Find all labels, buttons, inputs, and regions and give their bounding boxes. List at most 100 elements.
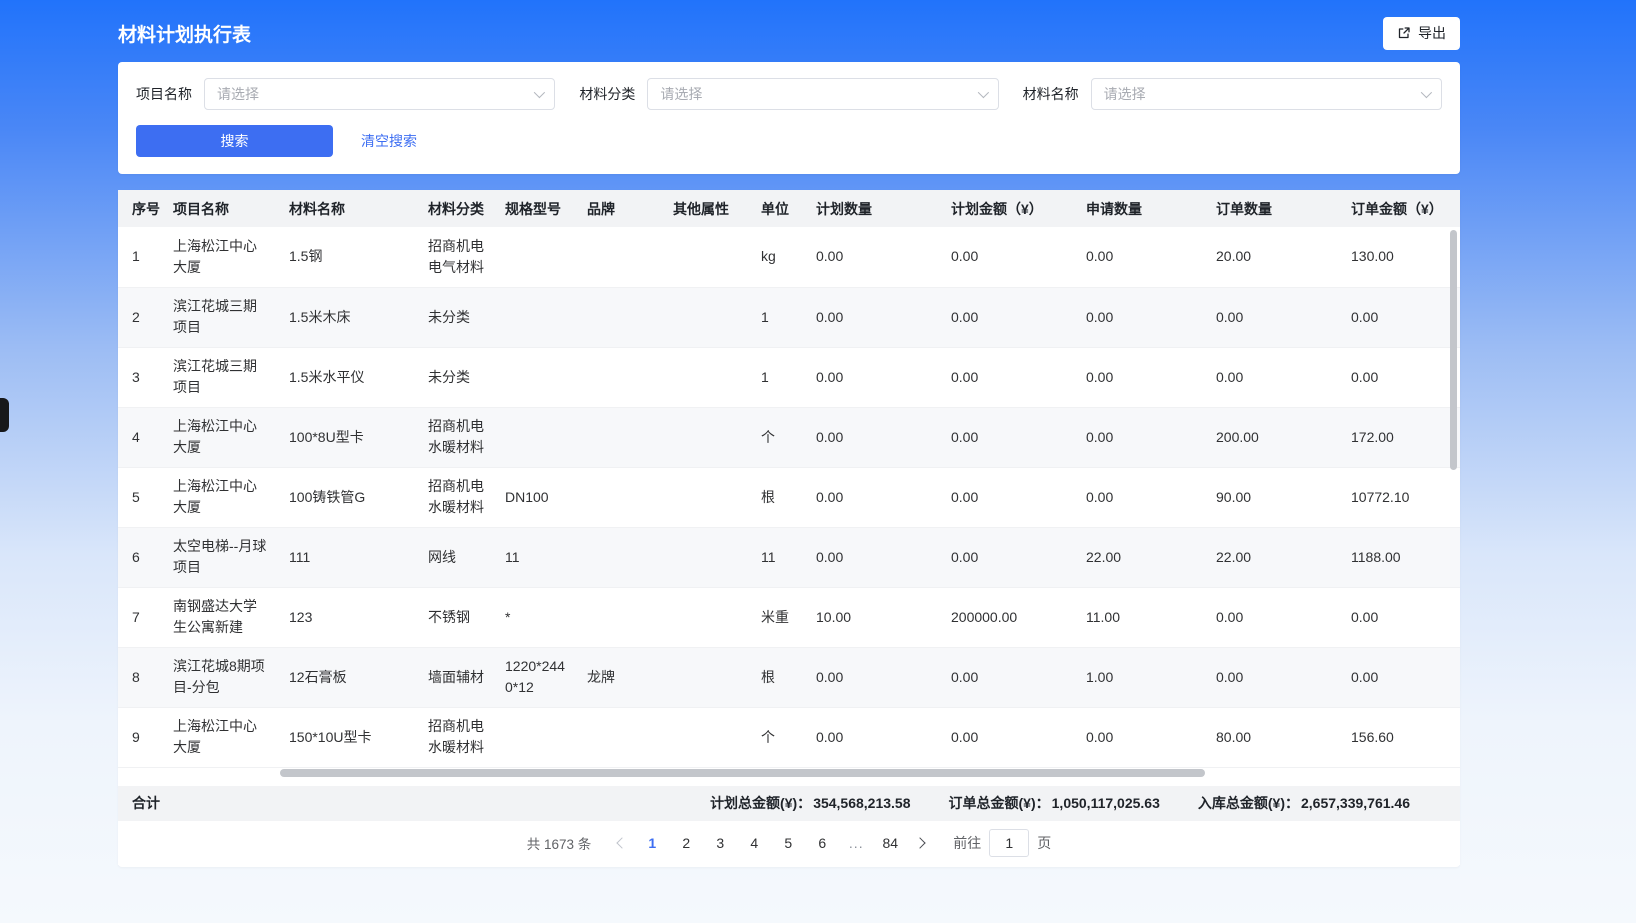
table-cell: 0.00 — [941, 647, 1076, 707]
column-header: 单位 — [751, 190, 806, 227]
filter-panel: 项目名称 请选择 材料分类 请选择 材料名称 请选择 — [118, 62, 1460, 174]
table-cell: 9 — [118, 707, 163, 767]
table-cell: 1.00 — [1076, 647, 1206, 707]
table-cell: 0.00 — [1341, 347, 1460, 407]
table-cell: 156.60 — [1341, 707, 1460, 767]
clear-search-link[interactable]: 清空搜索 — [361, 131, 417, 151]
pager-goto: 前往 页 — [953, 829, 1051, 857]
material-name-select[interactable]: 请选择 — [1091, 78, 1442, 110]
table-cell: 7 — [118, 587, 163, 647]
table-row[interactable]: 2滨江花城三期项目1.5米木床未分类10.000.000.000.000.00 — [118, 287, 1460, 347]
table-row[interactable]: 8滨江花城8期项目-分包12石膏板墙面辅材1220*2440*12龙牌根0.00… — [118, 647, 1460, 707]
inbound-total-amount: 入库总金额(¥)：2,657,339,761.46 — [1198, 793, 1410, 813]
pager-page-5[interactable]: 5 — [775, 829, 801, 857]
table-cell: 太空电梯--月球项目 — [163, 527, 279, 587]
column-header: 申请数量 — [1076, 190, 1206, 227]
table-cell: 4 — [118, 407, 163, 467]
table-cell: 根 — [751, 467, 806, 527]
table-cell: 0.00 — [941, 347, 1076, 407]
materials-table: 序号项目名称材料名称材料分类规格型号品牌其他属性单位计划数量计划金额（¥）申请数… — [118, 190, 1460, 768]
pager-page-84[interactable]: 84 — [877, 829, 903, 857]
pager-page-6[interactable]: 6 — [809, 829, 835, 857]
table-cell: 90.00 — [1206, 467, 1341, 527]
table-row[interactable]: 1上海松江中心大厦1.5钢招商机电电气材料kg0.000.000.0020.00… — [118, 227, 1460, 287]
table-cell: 3 — [118, 347, 163, 407]
column-header: 订单金额（¥） — [1341, 190, 1460, 227]
table-cell: 0.00 — [941, 467, 1076, 527]
table-cell: 130.00 — [1341, 227, 1460, 287]
material-category-select[interactable]: 请选择 — [647, 78, 998, 110]
table-cell: 0.00 — [941, 707, 1076, 767]
column-header: 序号 — [118, 190, 163, 227]
summary-bar: 合计 计划总金额(¥)：354,568,213.58 订单总金额(¥)：1,05… — [118, 786, 1460, 821]
export-button[interactable]: 导出 — [1383, 17, 1460, 50]
table-cell: DN100 — [495, 467, 577, 527]
pager-page-2[interactable]: 2 — [673, 829, 699, 857]
drawer-handle[interactable] — [0, 398, 9, 432]
table-cell — [495, 407, 577, 467]
table-cell — [577, 347, 663, 407]
table-cell — [663, 407, 751, 467]
search-button[interactable]: 搜索 — [136, 125, 333, 157]
page-title: 材料计划执行表 — [118, 20, 251, 47]
vertical-scrollbar[interactable] — [1450, 230, 1457, 470]
pager-prev-button[interactable] — [609, 829, 635, 857]
table-cell: * — [495, 587, 577, 647]
table-cell: 200000.00 — [941, 587, 1076, 647]
inbound-total-amount-value: 2,657,339,761.46 — [1301, 795, 1410, 811]
filter-field-project-name: 项目名称 请选择 — [136, 78, 555, 110]
project-name-select[interactable]: 请选择 — [204, 78, 555, 110]
table-cell: 0.00 — [1341, 587, 1460, 647]
table-cell — [495, 707, 577, 767]
table-cell: 11.00 — [1076, 587, 1206, 647]
column-header: 计划金额（¥） — [941, 190, 1076, 227]
table-cell: 个 — [751, 407, 806, 467]
table-row[interactable]: 3滨江花城三期项目1.5米水平仪未分类10.000.000.000.000.00 — [118, 347, 1460, 407]
column-header: 其他属性 — [663, 190, 751, 227]
table-row[interactable]: 9上海松江中心大厦150*10U型卡招商机电水暖材料个0.000.000.008… — [118, 707, 1460, 767]
chevron-down-icon — [1421, 87, 1432, 98]
table-cell — [577, 287, 663, 347]
chevron-right-icon — [915, 837, 926, 848]
table-cell: 1.5钢 — [279, 227, 418, 287]
table-row[interactable]: 4上海松江中心大厦100*8U型卡招商机电水暖材料个0.000.000.0020… — [118, 407, 1460, 467]
table-row[interactable]: 6太空电梯--月球项目111网线11110.000.0022.0022.0011… — [118, 527, 1460, 587]
table-cell: 123 — [279, 587, 418, 647]
table-cell: 12石膏板 — [279, 647, 418, 707]
table-cell: 0.00 — [941, 407, 1076, 467]
table-row[interactable]: 5上海松江中心大厦100铸铁管G招商机电水暖材料DN100根0.000.000.… — [118, 467, 1460, 527]
table-cell: 0.00 — [941, 527, 1076, 587]
table-cell: 0.00 — [1076, 227, 1206, 287]
table-cell — [577, 407, 663, 467]
column-header: 计划数量 — [806, 190, 941, 227]
table-cell: 150*10U型卡 — [279, 707, 418, 767]
column-header: 材料分类 — [418, 190, 495, 227]
pager-next-button[interactable] — [907, 829, 933, 857]
table-cell: 0.00 — [1206, 287, 1341, 347]
pager-page-3[interactable]: 3 — [707, 829, 733, 857]
goto-page-input[interactable] — [989, 829, 1029, 857]
goto-suffix: 页 — [1037, 833, 1051, 853]
table-cell: 80.00 — [1206, 707, 1341, 767]
table-cell — [663, 347, 751, 407]
table-cell — [577, 467, 663, 527]
order-total-amount-label: 订单总金额(¥)： — [949, 795, 1050, 811]
table-cell: 0.00 — [1341, 287, 1460, 347]
table-row[interactable]: 7南钢盛达大学生公寓新建123不锈钢*米重10.00200000.0011.00… — [118, 587, 1460, 647]
pager-page-1[interactable]: 1 — [639, 829, 665, 857]
material-name-label: 材料名称 — [1023, 84, 1079, 104]
filter-field-material-category: 材料分类 请选择 — [579, 78, 998, 110]
order-total-amount-value: 1,050,117,025.63 — [1052, 795, 1160, 811]
pager-page-4[interactable]: 4 — [741, 829, 767, 857]
pager-ellipsis[interactable]: ... — [843, 829, 869, 857]
pager-total-count: 共 1673 条 — [527, 833, 592, 853]
table-cell: 滨江花城8期项目-分包 — [163, 647, 279, 707]
table-cell: 0.00 — [806, 647, 941, 707]
table-cell: 招商机电水暖材料 — [418, 467, 495, 527]
table-cell — [663, 587, 751, 647]
horizontal-scrollbar[interactable] — [280, 769, 1205, 777]
table-cell: 龙牌 — [577, 647, 663, 707]
table-cell: 0.00 — [1076, 467, 1206, 527]
order-total-amount: 订单总金额(¥)：1,050,117,025.63 — [949, 793, 1160, 813]
table-cell: 10.00 — [806, 587, 941, 647]
